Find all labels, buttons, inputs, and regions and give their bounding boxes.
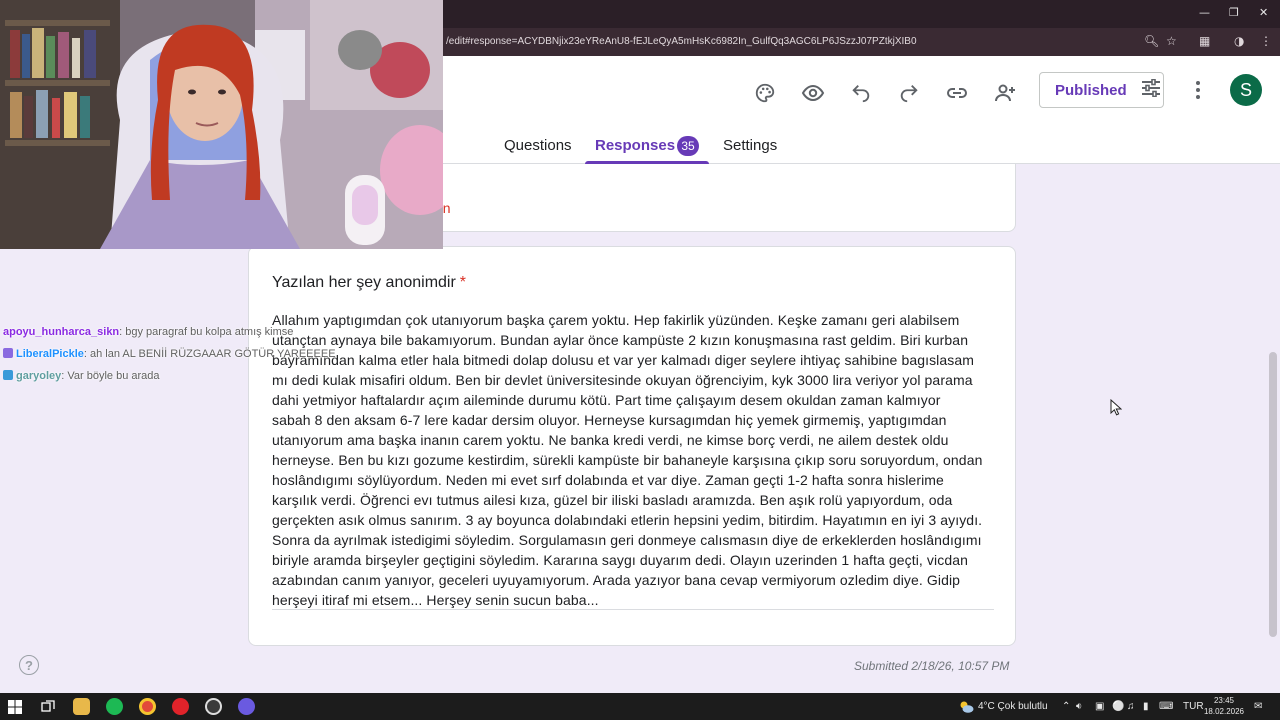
add-collaborator-icon[interactable] <box>990 78 1020 108</box>
account-avatar[interactable]: S <box>1230 74 1262 106</box>
clock-time: 23:45 <box>1213 696 1235 705</box>
answer-line-text: herneyse. Ben bu kızı gozume kestirdim, … <box>272 452 983 468</box>
opera-icon[interactable] <box>172 698 189 715</box>
speaker-icon[interactable]: ♫ <box>1127 701 1135 712</box>
answer-line-text: biriyle aramda birşeyler geçtigini söyle… <box>272 552 968 568</box>
chat-message: LiberalPickle: ah lan AL BENİİ RÜZGAAAR … <box>3 347 336 361</box>
minimize-button[interactable]: — <box>1199 6 1210 19</box>
spotify-icon[interactable] <box>106 698 123 715</box>
taskbar-clock[interactable]: 23:45 18.02.2026 <box>1202 695 1246 717</box>
more-options-icon[interactable] <box>1186 76 1210 104</box>
tab-settings[interactable]: Settings <box>723 137 777 154</box>
obs-icon[interactable] <box>205 698 222 715</box>
published-label: Published <box>1055 81 1127 99</box>
browser-menu-icon[interactable]: ⋮ <box>1260 34 1272 48</box>
chat-message: garyoley: Var böyle bu arada <box>3 369 160 383</box>
chat-text: : Var böyle bu arada <box>61 370 160 382</box>
volume-icon[interactable]: 🔉︎ <box>1076 701 1082 712</box>
answer-line-text: utanıyorum ama başka inanın carem yoktu.… <box>272 432 949 448</box>
answer-underline <box>272 609 994 610</box>
page-scrollbar-thumb[interactable] <box>1269 352 1277 637</box>
tray-expand-icon[interactable]: ⌃ <box>1062 701 1070 712</box>
battery-icon[interactable]: ▮ <box>1143 701 1149 712</box>
extensions-icon[interactable]: ▦ <box>1199 34 1210 48</box>
discord-icon[interactable] <box>238 698 255 715</box>
palette-icon[interactable] <box>750 78 780 108</box>
keyboard-icon[interactable]: ⌨ <box>1159 701 1173 712</box>
clock-date: 18.02.2026 <box>1203 707 1245 716</box>
chat-username: apoyu_hunharca_sikn <box>3 326 120 338</box>
chat-username: LiberalPickle <box>16 348 84 360</box>
chrome-icon[interactable] <box>139 698 156 715</box>
help-icon[interactable]: ? <box>19 655 39 675</box>
answer-line-text: hoslândıgımı söylüyordum. Neden mi evet … <box>272 472 944 488</box>
mouse-cursor-icon <box>1110 399 1122 416</box>
answer-text: Allahım yaptıgımdan çok utanıyorum başka… <box>272 310 996 610</box>
chat-text: : ah lan AL BENİİ RÜZGAAAR GÖTÜR YAREEEE… <box>83 348 336 360</box>
windows-taskbar: 4°C Çok bulutlu ⌃ 🔉︎ ▣ ⚪ ♫ ▮ ⌨ TUR 23:45… <box>0 693 1280 720</box>
answer-line-text: bayramından kalma etler hala bitmedi dol… <box>272 352 975 368</box>
chat-message: apoyu_hunharca_sikn: bgy paragraf bu kol… <box>3 325 293 339</box>
answer-line-text: sabah 8 den aksam 6-7 lere kadar dersim … <box>272 412 947 428</box>
answer-line-text: Allahım yaptıgımdan çok utanıyorum başka… <box>272 312 960 328</box>
zoom-icon[interactable]: 🔍︎ <box>1144 34 1159 48</box>
answer-line-text: gerçekten asık olmus sanırım. 3 ay boyun… <box>272 512 983 528</box>
answer-line-text: herşeyi itiraf mi etsem... Herşey senin … <box>272 592 599 608</box>
notifications-icon[interactable]: ✉ <box>1254 701 1262 712</box>
published-button[interactable]: Published <box>1039 72 1164 108</box>
required-asterisk: * <box>459 274 467 291</box>
bookmark-star-icon[interactable]: ☆ <box>1166 34 1177 48</box>
undo-icon[interactable] <box>846 78 876 108</box>
network-icon[interactable]: ▣ <box>1095 701 1104 712</box>
chat-text: : bgy paragraf bu kolpa atmış kimse <box>119 326 294 338</box>
profile-icon[interactable]: ◑ <box>1234 34 1244 48</box>
file-explorer-icon[interactable] <box>73 698 90 715</box>
submitted-timestamp: Submitted 2/18/26, 10:57 PM <box>854 659 1010 673</box>
close-window-button[interactable]: ✕ <box>1259 6 1268 19</box>
answer-line-text: Sonra da ayrılmak istedigimi söyledim. S… <box>272 532 982 548</box>
preview-eye-icon[interactable] <box>798 78 828 108</box>
answer-line-text: utançtan aynaya bile bakamıyorum. Bundan… <box>272 332 969 348</box>
responses-count-badge: 35 <box>677 136 699 156</box>
task-view-icon[interactable] <box>39 698 56 715</box>
response-card: Yazılan her şey anonimdir * Allahım yaptı… <box>248 246 1016 646</box>
question-title: Yazılan her şey anonimdir * <box>272 274 466 292</box>
link-icon[interactable] <box>942 78 972 108</box>
answer-line-text: dahi yetmiyor haftalardır açım aileminde… <box>272 392 941 408</box>
answer-line-text: karşılık verdi. Öğrenci evı tutmus ailes… <box>272 492 953 508</box>
weather-icon[interactable] <box>957 698 974 715</box>
chat-badge-icon <box>3 370 13 380</box>
tab-responses[interactable]: Responses <box>595 137 675 154</box>
url-text[interactable]: /edit#response=ACYDBNjix23eYReAnU8-fEJLe… <box>446 36 917 47</box>
tab-questions[interactable]: Questions <box>504 137 572 154</box>
question-title-text: Yazılan her şey anonimdir <box>272 274 456 291</box>
weather-text[interactable]: 4°C Çok bulutlu <box>978 701 1048 712</box>
microphone-icon[interactable]: ⚪ <box>1112 701 1124 712</box>
redo-icon[interactable] <box>894 78 924 108</box>
windows-start-icon[interactable] <box>6 698 23 715</box>
language-indicator[interactable]: TUR <box>1183 701 1204 712</box>
webcam-overlay <box>0 0 443 249</box>
maximize-button[interactable]: ❐ <box>1229 6 1239 19</box>
settings-sliders-icon <box>1141 78 1161 101</box>
answer-line-text: mı dedi kulak misafiri oldum. Ben bir de… <box>272 372 973 388</box>
answer-line-text: azabından canım yanıyor, geceleri uyuyam… <box>272 572 961 588</box>
chat-username: garyoley <box>16 370 62 382</box>
chat-badge-icon <box>3 348 13 358</box>
